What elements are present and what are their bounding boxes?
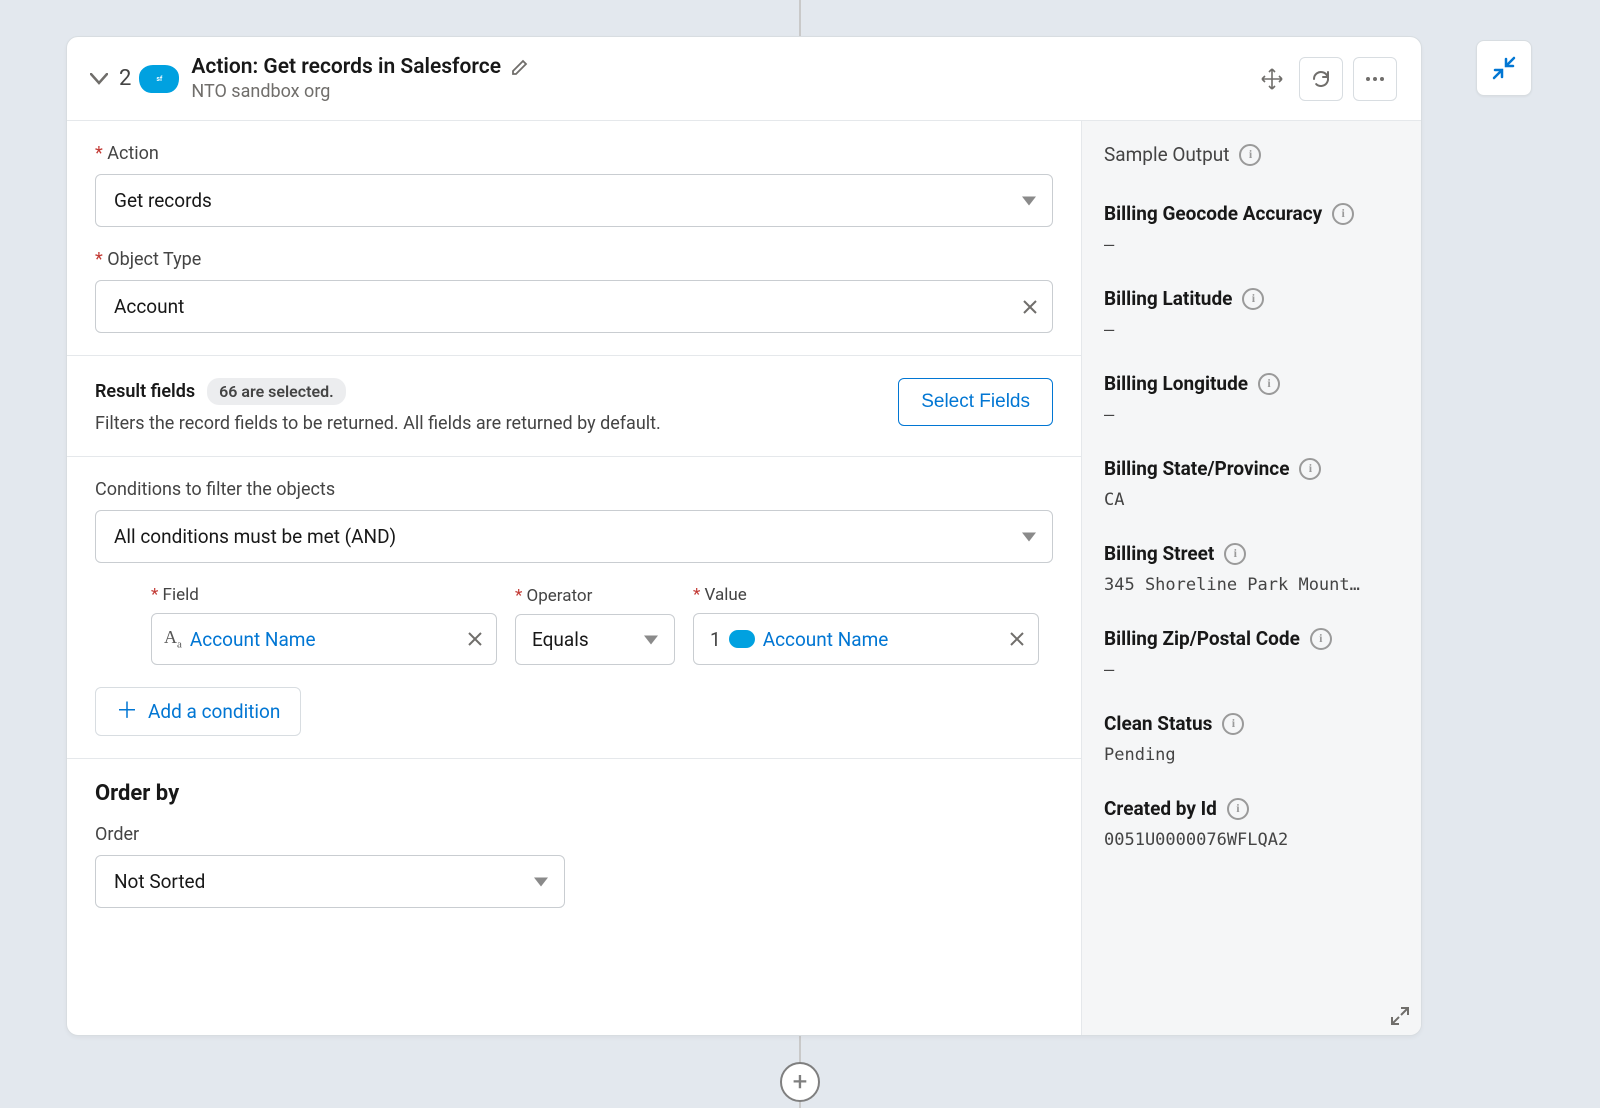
info-icon[interactable]: i [1258,373,1280,395]
edit-title-icon[interactable] [511,58,529,76]
sample-field-block: Billing Geocode Accuracy i – [1104,202,1401,255]
sample-field-value: – [1104,235,1394,255]
clear-condition-field-icon[interactable] [468,632,482,646]
order-label: Order [95,824,1053,845]
sample-output-title: Sample Output [1104,143,1229,166]
sample-field-block: Created by Id i 0051U0000076WFLQA2 [1104,797,1401,850]
add-condition-button[interactable]: ＋ Add a condition [95,687,301,736]
action-select-value: Get records [114,189,212,212]
order-select[interactable]: Not Sorted [95,855,565,908]
info-icon[interactable]: i [1239,144,1261,166]
order-by-title: Order by [95,781,1053,806]
action-select[interactable]: Get records [95,174,1053,227]
info-icon[interactable]: i [1242,288,1264,310]
result-fields-description: Filters the record fields to be returned… [95,413,878,434]
info-icon[interactable]: i [1227,798,1249,820]
action-label: Action [95,143,1053,164]
sample-field-name: Billing Street [1104,542,1214,565]
condition-field-label: Field [151,585,497,605]
sample-field-block: Clean Status i Pending [1104,712,1401,765]
action-card: 2 sf Action: Get records in Salesforce N… [66,36,1422,1036]
condition-field-value: Account Name [190,628,316,651]
clear-object-type-icon[interactable] [1022,299,1038,315]
move-handle-icon[interactable] [1255,62,1289,96]
sample-field-value: Pending [1104,745,1394,765]
order-select-value: Not Sorted [114,870,205,893]
card-title: Action: Get records in Salesforce [191,55,501,79]
sample-field-name: Billing Geocode Accuracy [1104,202,1322,225]
sample-field-value: CA [1104,490,1394,510]
info-icon[interactable]: i [1299,458,1321,480]
sample-field-block: Billing Latitude i – [1104,287,1401,340]
result-fields-title: Result fields [95,381,195,402]
sample-output-pane: Sample Output i Billing Geocode Accuracy… [1081,121,1421,1035]
sample-field-value: 0051U0000076WFLQA2 [1104,830,1394,850]
sample-field-name: Billing Zip/Postal Code [1104,627,1300,650]
condition-value-input[interactable]: 1 Account Name [693,613,1039,665]
conditions-logic-select[interactable]: All conditions must be met (AND) [95,510,1053,563]
card-header: 2 sf Action: Get records in Salesforce N… [67,37,1421,121]
info-icon[interactable]: i [1332,203,1354,225]
sample-field-name: Billing State/Province [1104,457,1289,480]
info-icon[interactable]: i [1224,543,1246,565]
card-subtitle: NTO sandbox org [191,81,1255,102]
condition-operator-value: Equals [532,628,589,651]
sample-field-name: Created by Id [1104,797,1217,820]
info-icon[interactable]: i [1310,628,1332,650]
form-pane: Action Get records Object Type Account [67,121,1081,1035]
sample-field-name: Billing Longitude [1104,372,1248,395]
condition-field-input[interactable]: Aa Account Name [151,613,497,665]
add-step-button[interactable]: + [780,1062,820,1102]
sample-field-name: Clean Status [1104,712,1212,735]
text-type-icon: Aa [164,627,182,651]
expand-pane-icon[interactable] [1391,1007,1409,1025]
sample-field-block: Billing Zip/Postal Code i – [1104,627,1401,680]
clear-condition-value-icon[interactable] [1010,632,1024,646]
sample-field-block: Billing State/Province i CA [1104,457,1401,510]
condition-operator-select[interactable]: Equals [515,614,675,665]
select-fields-button[interactable]: Select Fields [898,378,1053,426]
dropdown-triangle-icon [644,635,658,644]
sample-field-block: Billing Longitude i – [1104,372,1401,425]
object-type-value: Account [114,295,184,318]
condition-row: Field Aa Account Name Operator Equals [95,585,1053,665]
sample-field-value: – [1104,660,1394,680]
collapse-chevron-icon[interactable] [85,65,113,93]
object-type-input[interactable]: Account [95,280,1053,333]
dropdown-triangle-icon [534,877,548,886]
add-condition-label: Add a condition [148,700,280,723]
info-icon[interactable]: i [1222,713,1244,735]
step-number: 2 [119,66,131,91]
conditions-label: Conditions to filter the objects [95,479,1053,500]
condition-value-text: Account Name [763,628,889,651]
plus-icon: ＋ [116,701,138,723]
sample-field-block: Billing Street i 345 Shoreline Park Mount… [1104,542,1401,595]
conditions-logic-value: All conditions must be met (AND) [114,525,396,548]
condition-operator-label: Operator [515,586,675,606]
more-menu-button[interactable] [1353,57,1397,101]
sample-field-value: – [1104,405,1394,425]
salesforce-pill-icon [729,630,755,648]
sample-field-name: Billing Latitude [1104,287,1232,310]
sample-field-value: 345 Shoreline Park Mount… [1104,575,1394,595]
refresh-button[interactable] [1299,57,1343,101]
dropdown-triangle-icon [1022,532,1036,541]
sample-field-value: – [1104,320,1394,340]
collapse-panel-button[interactable] [1476,40,1532,96]
condition-value-label: Value [693,585,1039,605]
salesforce-logo-icon: sf [139,65,179,93]
condition-value-step-ref: 1 [710,628,721,651]
object-type-label: Object Type [95,249,1053,270]
dropdown-triangle-icon [1022,196,1036,205]
result-fields-count-badge: 66 are selected. [207,378,346,405]
